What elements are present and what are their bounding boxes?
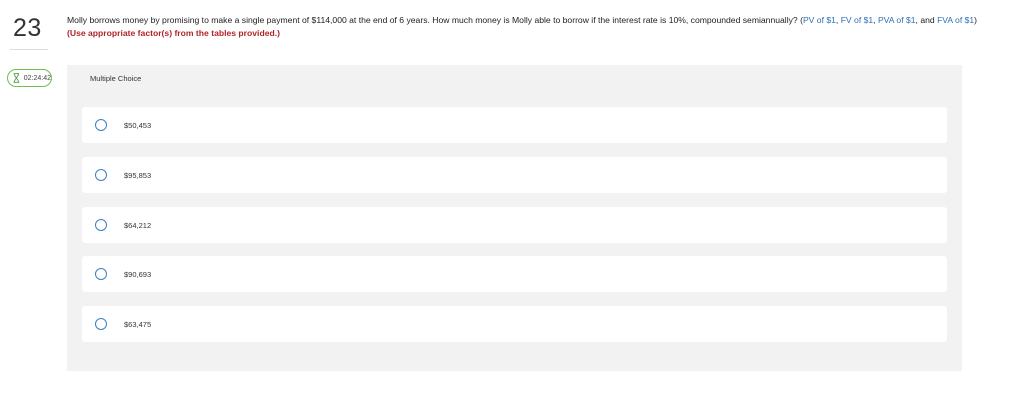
option-text: $90,693 bbox=[124, 269, 152, 279]
question-body: Molly borrows money by promising to make… bbox=[67, 15, 803, 25]
option-text: $50,453 bbox=[124, 120, 152, 130]
radio-button[interactable] bbox=[95, 119, 107, 131]
option-text: $63,475 bbox=[124, 319, 152, 329]
table-link-fva[interactable]: FVA of $1 bbox=[937, 15, 974, 25]
option-1[interactable]: $50,453 bbox=[82, 107, 947, 143]
hourglass-icon bbox=[13, 73, 20, 83]
answer-panel: Multiple Choice $50,453 $95,853 $64,212 … bbox=[67, 65, 962, 371]
radio-button[interactable] bbox=[95, 169, 107, 181]
option-4[interactable]: $90,693 bbox=[82, 256, 947, 292]
option-3[interactable]: $64,212 bbox=[82, 207, 947, 243]
question-note: (Use appropriate factor(s) from the tabl… bbox=[67, 28, 280, 38]
question-line: Molly borrows money by promising to make… bbox=[67, 14, 1022, 27]
radio-button[interactable] bbox=[95, 318, 107, 330]
timer-badge[interactable]: 02:24:42 bbox=[7, 69, 52, 87]
option-text: $95,853 bbox=[124, 170, 152, 180]
divider bbox=[10, 49, 48, 50]
separator: ) bbox=[974, 15, 978, 25]
timer-value: 02:24:42 bbox=[23, 74, 51, 82]
option-5[interactable]: $63,475 bbox=[82, 306, 947, 342]
radio-button[interactable] bbox=[95, 219, 107, 231]
question-number: 23 bbox=[13, 14, 42, 42]
question-page: 23 02:24:42 Molly borrows money by promi… bbox=[0, 0, 1024, 419]
radio-button[interactable] bbox=[95, 268, 107, 280]
question-text: Molly borrows money by promising to make… bbox=[67, 14, 1022, 40]
separator: , and bbox=[915, 15, 938, 25]
table-link-fv[interactable]: FV of $1 bbox=[841, 15, 873, 25]
option-text: $64,212 bbox=[124, 220, 152, 230]
table-link-pv[interactable]: PV of $1 bbox=[803, 15, 836, 25]
table-link-pva[interactable]: PVA of $1 bbox=[878, 15, 916, 25]
option-2[interactable]: $95,853 bbox=[82, 157, 947, 193]
panel-label: Multiple Choice bbox=[90, 74, 142, 83]
